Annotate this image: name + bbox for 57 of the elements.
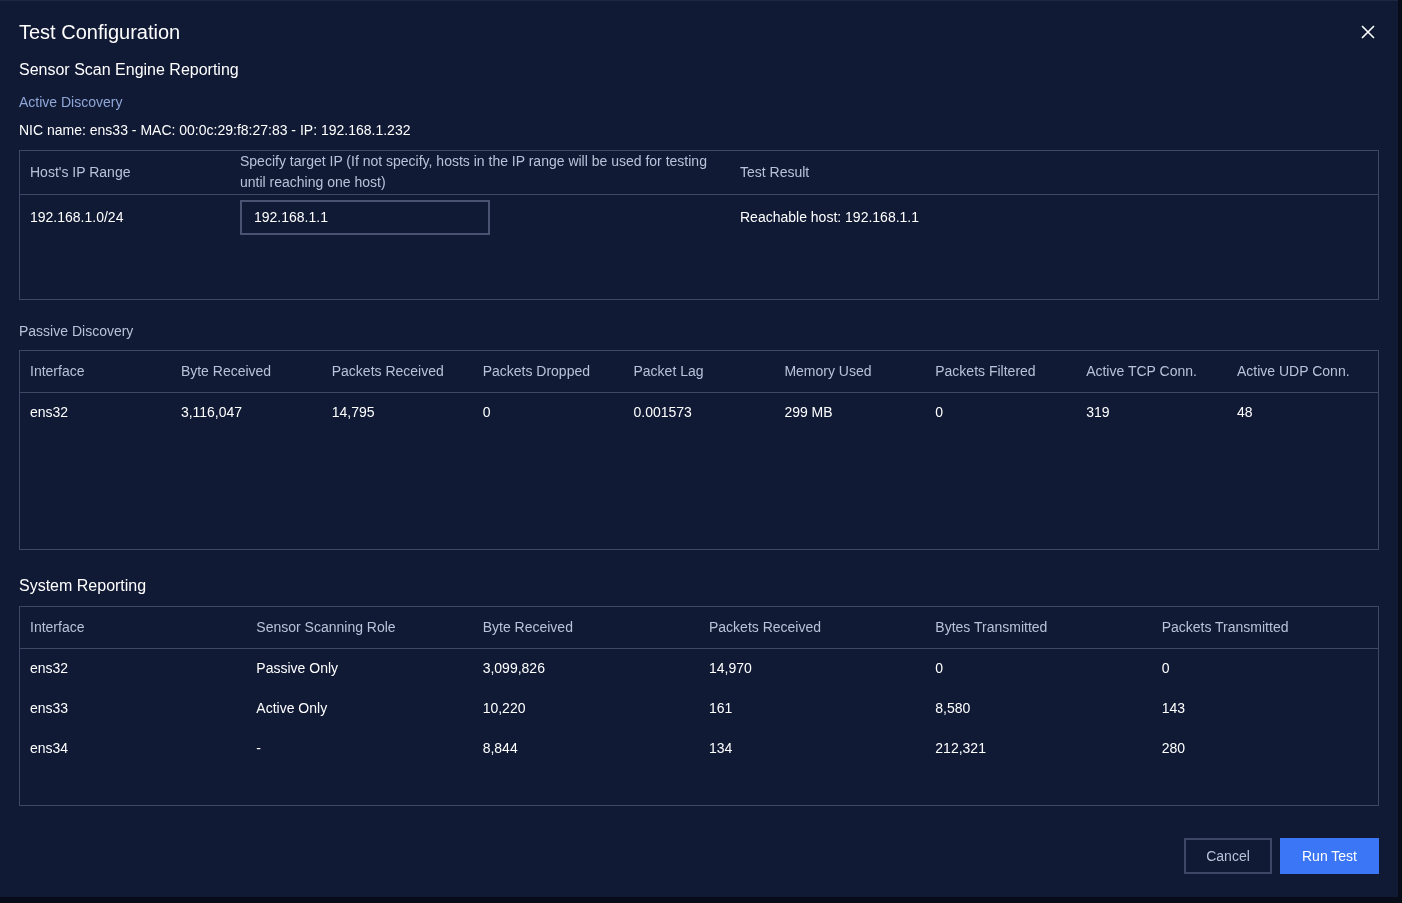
column-header: Interface [20, 607, 247, 648]
column-header: Packets Dropped [472, 351, 624, 392]
column-header: Active TCP Conn. [1076, 351, 1227, 392]
subsection-label: Passive Discovery [19, 322, 135, 340]
column-header: Bytes Transmitted [925, 607, 1152, 648]
table-cell: 0 [925, 392, 1077, 432]
table-cell: 48 [1227, 392, 1378, 432]
table-cell: 0.001573 [623, 392, 775, 432]
table-cell: 0 [472, 392, 624, 432]
table-cell: 319 [1076, 392, 1227, 432]
run-test-button[interactable]: Run Test [1280, 838, 1379, 874]
column-header: Byte Received [170, 351, 322, 392]
column-header: Host's IP Range [20, 151, 230, 194]
table-cell: 0 [925, 648, 1152, 688]
column-header: Packet Lag [623, 351, 775, 392]
table-cell: 192.168.1.0/24 [20, 194, 230, 240]
table-cell: 0 [1151, 648, 1378, 688]
table-cell: 14,970 [699, 648, 926, 688]
table-cell-text: Active Only [255, 698, 329, 718]
table-cell: Reachable host: 192.168.1.1 [730, 194, 1378, 240]
column-header: Sensor Scanning Role [246, 607, 473, 648]
table-cell-text: 8,580 [934, 698, 972, 718]
table-cell: ens32 [20, 648, 247, 688]
table-cell: 3,116,047 [170, 392, 322, 432]
close-icon [1361, 25, 1375, 39]
table-cell-text: 161 [708, 698, 734, 718]
column-header: Memory Used [774, 351, 926, 392]
column-header: Byte Received [472, 607, 699, 648]
cancel-button[interactable]: Cancel [1184, 838, 1272, 874]
table-cell: 3,099,826 [472, 648, 699, 688]
table-cell: 299 MB [774, 392, 926, 432]
column-header: Packets Received [699, 607, 926, 648]
column-header: Test Result [730, 151, 1378, 194]
table-cell-text: 10,220 [481, 698, 527, 718]
table-cell-text: 8,844 [481, 738, 519, 758]
nic-info: NIC name: ens33 - MAC: 00:0c:29:f8:27:83 - IP: 192.168.1.232 [19, 121, 412, 139]
column-header: Packets Received [321, 351, 473, 392]
target-ip-field[interactable]: 192.168.1.1 [240, 199, 490, 235]
table-cell: 14,795 [321, 392, 473, 432]
table-cell-text: 143 [1160, 698, 1186, 718]
table-cell-text: ens34 [29, 738, 70, 758]
section-title: System Reporting [19, 576, 148, 596]
table-cell-text: 280 [1160, 738, 1186, 758]
table-cell: ens32 [20, 392, 171, 432]
table-cell-text: - [255, 738, 262, 758]
table-cell-text: 134 [708, 738, 734, 758]
table-cell-text: 212,321 [934, 738, 987, 758]
dialog-title: Test Configuration [19, 20, 181, 45]
section-title: Sensor Scan Engine Reporting [19, 60, 240, 80]
table-cell: Passive Only [246, 648, 473, 688]
column-header: Active UDP Conn. [1227, 351, 1378, 392]
table-cell-text: ens33 [29, 698, 70, 718]
column-header: Specify target IP (If not specify, hosts in the IP range will be used for testing until reaching one host) [230, 151, 730, 194]
column-header: Packets Filtered [925, 351, 1077, 392]
column-header: Interface [20, 351, 171, 392]
column-header: Packets Transmitted [1151, 607, 1378, 648]
subsection-label: Active Discovery [19, 93, 124, 111]
